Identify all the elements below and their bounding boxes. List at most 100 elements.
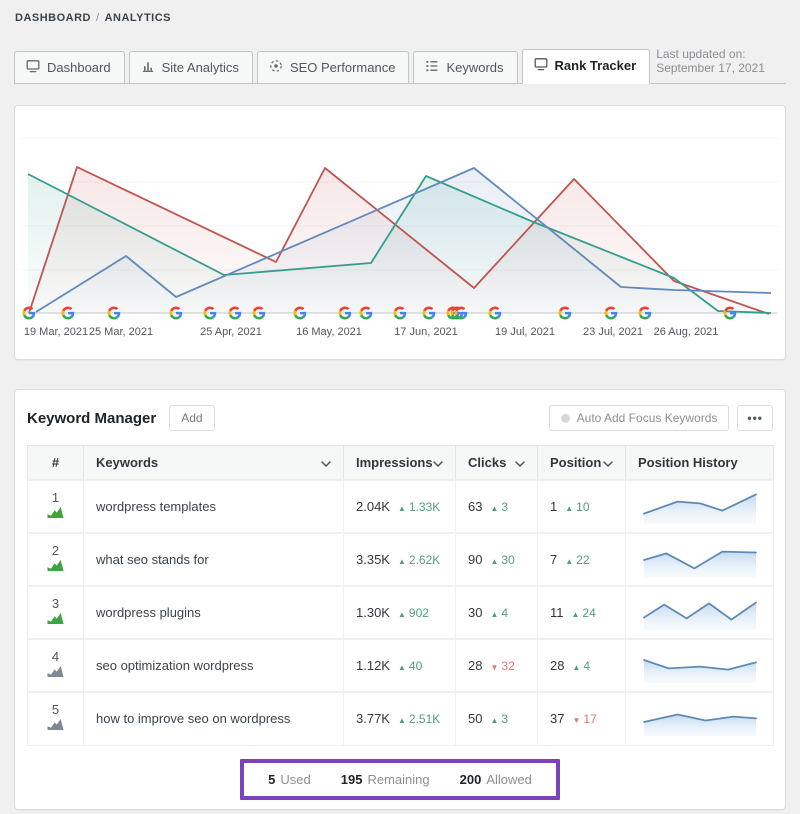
x-axis-date-label: 25 Apr, 2021 xyxy=(200,326,262,338)
position-delta: ▲10 xyxy=(565,500,589,514)
rank-number: 4 xyxy=(32,649,79,664)
tab-rank-tracker[interactable]: Rank Tracker xyxy=(522,49,651,84)
clicks-delta: ▲3 xyxy=(490,712,508,726)
delta-arrow-icon: ▲ xyxy=(572,610,580,619)
delta-arrow-icon: ▲ xyxy=(490,716,498,725)
position-value: 1 xyxy=(550,499,557,514)
last-updated-text: Last updated on: September 17, 2021 xyxy=(654,39,786,83)
keyword-text[interactable]: what seo stands for xyxy=(96,552,209,567)
impressions-delta: ▲1.33K xyxy=(398,500,440,514)
breadcrumb-item-dashboard[interactable]: DASHBOARD xyxy=(15,12,91,24)
impressions-delta: ▲2.62K xyxy=(398,553,440,567)
delta-arrow-icon: ▲ xyxy=(490,610,498,619)
tab-seo-performance[interactable]: SEO Performance xyxy=(257,51,410,84)
keyword-manager-panel: Keyword Manager Add Auto Add Focus Keywo… xyxy=(14,389,786,810)
table-row: 2what seo stands for3.35K▲2.62K90▲307▲22 xyxy=(28,533,774,586)
delta-arrow-icon: ▲ xyxy=(572,663,580,672)
impressions-delta: ▲902 xyxy=(398,606,429,620)
delta-arrow-icon: ▲ xyxy=(398,716,406,725)
chevron-down-icon[interactable] xyxy=(603,455,613,470)
rank-number: 5 xyxy=(32,702,79,717)
clicks-value: 63 xyxy=(468,499,482,514)
clicks-value: 90 xyxy=(468,552,482,567)
impressions-value: 3.35K xyxy=(356,552,390,567)
tab-keywords[interactable]: Keywords xyxy=(413,51,517,84)
position-history-sparkline xyxy=(639,699,761,739)
position-history-sparkline xyxy=(639,487,761,527)
monitor-icon xyxy=(26,59,40,76)
auto-add-focus-keywords-button[interactable]: Auto Add Focus Keywords xyxy=(549,405,730,431)
trend-icon xyxy=(47,559,64,571)
delta-arrow-icon: ▼ xyxy=(490,663,498,672)
x-axis-date-label: 19 Jul, 2021 xyxy=(495,326,555,338)
clicks-delta: ▲3 xyxy=(490,500,508,514)
more-options-button[interactable]: ••• xyxy=(737,405,773,431)
impressions-value: 3.77K xyxy=(356,711,390,726)
table-row: 3wordpress plugins1.30K▲90230▲411▲24 xyxy=(28,586,774,639)
page: DASHBOARD/ANALYTICS Dashboard Site Analy… xyxy=(0,0,800,810)
tab-bar: Dashboard Site Analytics SEO Performance… xyxy=(14,39,786,84)
delta-arrow-icon: ▲ xyxy=(565,557,573,566)
tab-site-analytics[interactable]: Site Analytics xyxy=(129,51,253,84)
x-axis-date-label: 16 May, 2021 xyxy=(296,326,362,338)
chevron-down-icon[interactable] xyxy=(321,455,331,470)
breadcrumb: DASHBOARD/ANALYTICS xyxy=(14,10,786,26)
clicks-value: 30 xyxy=(468,605,482,620)
table-row: 1 wordpress templates 2.04K ▲1.33K 63 ▲3 1 ▲10 xyxy=(28,480,774,533)
keyword-text[interactable]: wordpress templates xyxy=(96,499,216,514)
keyword-manager-header: Keyword Manager Add Auto Add Focus Keywo… xyxy=(15,390,785,445)
position-delta: ▲22 xyxy=(565,553,589,567)
tab-label: Rank Tracker xyxy=(555,58,637,73)
column-header-clicks[interactable]: Clicks xyxy=(456,446,538,481)
keyword-text[interactable]: how to improve seo on wordpress xyxy=(96,711,290,726)
monitor-icon xyxy=(534,57,548,74)
bar-chart-icon xyxy=(141,59,155,76)
impressions-value: 2.04K xyxy=(356,499,390,514)
quota-allowed: 200Allowed xyxy=(460,772,532,787)
tab-label: SEO Performance xyxy=(290,60,396,75)
x-axis-date-label: 23 Jul, 2021 xyxy=(583,326,643,338)
impressions-delta: ▲40 xyxy=(398,659,422,673)
position-value: 7 xyxy=(550,552,557,567)
table-header-row: # Keywords Impressions Clicks Position P… xyxy=(28,446,774,481)
impressions-value: 1.30K xyxy=(356,605,390,620)
rank-tracker-chart-panel: 19 Mar, 202125 Mar, 202125 Apr, 202116 M… xyxy=(14,105,786,360)
clicks-value: 50 xyxy=(468,711,482,726)
clicks-delta: ▲4 xyxy=(490,606,508,620)
position-delta: ▲4 xyxy=(572,659,590,673)
column-header-position[interactable]: Position xyxy=(538,446,626,481)
x-axis-date-label: 17 Jun, 2021 xyxy=(394,326,458,338)
keyword-text[interactable]: seo optimization wordpress xyxy=(96,658,254,673)
clicks-value: 28 xyxy=(468,658,482,673)
keywords-table: # Keywords Impressions Clicks Position P… xyxy=(27,445,774,746)
table-row: 5 how to improve seo on wordpress 3.77K ▲2.… xyxy=(28,692,774,745)
keyword-quota-box: 5Used 195Remaining 200Allowed xyxy=(240,759,560,800)
keyword-manager-actions: Auto Add Focus Keywords ••• xyxy=(549,405,773,431)
trend-icon xyxy=(47,665,64,677)
chevron-down-icon[interactable] xyxy=(433,455,443,470)
delta-arrow-icon: ▼ xyxy=(572,716,580,725)
trend-icon xyxy=(47,612,64,624)
impressions-delta: ▲2.51K xyxy=(398,712,440,726)
clicks-delta: ▼32 xyxy=(490,659,514,673)
auto-add-label: Auto Add Focus Keywords xyxy=(577,411,718,425)
impressions-value: 1.12K xyxy=(356,658,390,673)
rank-number: 3 xyxy=(32,596,79,611)
keyword-text[interactable]: wordpress plugins xyxy=(96,605,201,620)
delta-arrow-icon: ▲ xyxy=(398,504,406,513)
column-header-impressions[interactable]: Impressions xyxy=(344,446,456,481)
rank-tracker-chart: 19 Mar, 202125 Mar, 202125 Apr, 202116 M… xyxy=(15,106,785,359)
position-delta: ▲24 xyxy=(572,606,596,620)
delta-arrow-icon: ▲ xyxy=(398,610,406,619)
clicks-delta: ▲30 xyxy=(490,553,514,567)
add-keyword-button[interactable]: Add xyxy=(169,405,214,431)
tab-label: Dashboard xyxy=(47,60,111,75)
trend-icon xyxy=(47,718,64,730)
tab-dashboard[interactable]: Dashboard xyxy=(14,51,125,84)
chevron-down-icon[interactable] xyxy=(515,455,525,470)
rank-number: 1 xyxy=(32,490,79,505)
column-header-keywords[interactable]: Keywords xyxy=(84,446,344,481)
table-row: 4 seo optimization wordpress 1.12K ▲40 28 ▼32… xyxy=(28,639,774,692)
position-value: 37 xyxy=(550,711,564,726)
keyword-manager-title: Keyword Manager xyxy=(27,410,156,427)
